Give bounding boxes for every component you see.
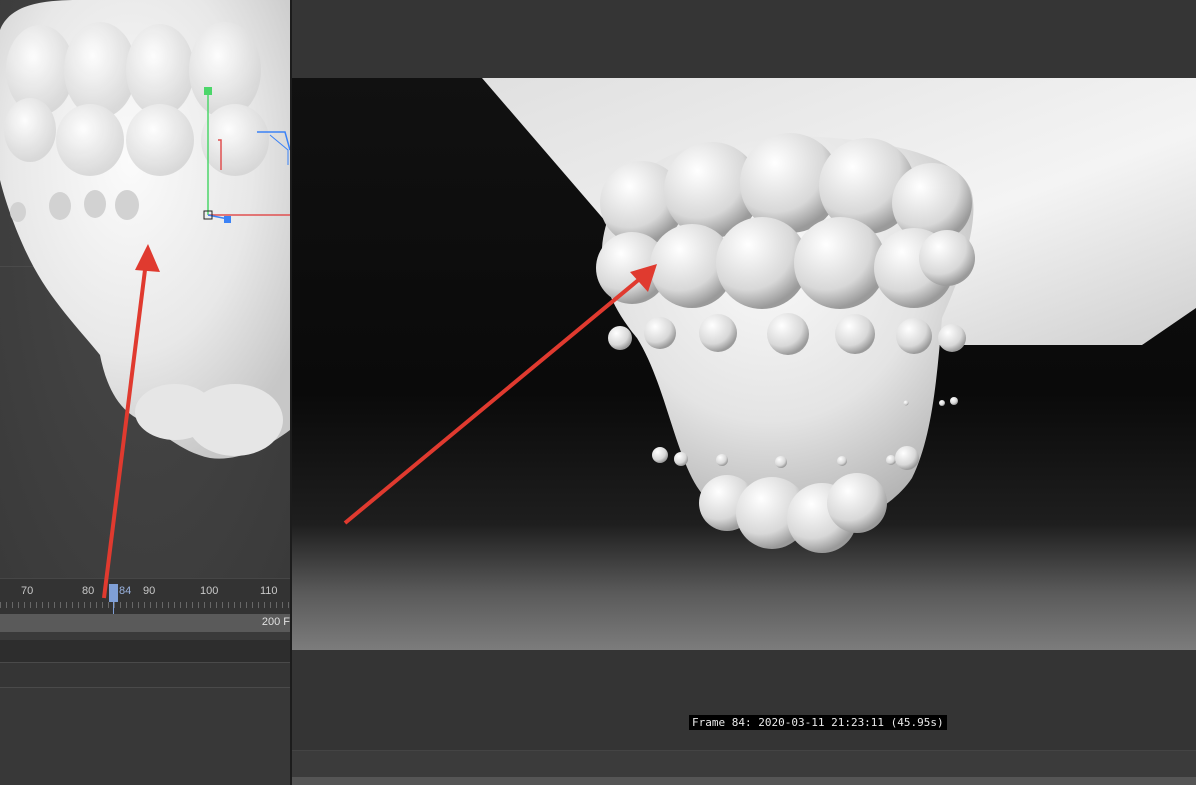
- render-status-bar: [292, 750, 1196, 778]
- timeline-track: [0, 632, 290, 640]
- timeline-tick: 100: [200, 585, 219, 597]
- timeline-tick: 80: [82, 585, 95, 597]
- playhead-handle[interactable]: [109, 584, 118, 602]
- 3d-viewport[interactable]: [0, 0, 290, 578]
- timeline-track[interactable]: [0, 640, 290, 663]
- timeline-tick-marks: [0, 602, 290, 608]
- render-info-area: Frame 84: 2020-03-11 21:23:11 (45.95s): [292, 650, 1196, 750]
- timeline-tick: 90: [143, 585, 156, 597]
- frame-info-label: Frame 84: 2020-03-11 21:23:11 (45.95s): [689, 715, 947, 730]
- editor-panel: 70 80 90 100 110 84 200 F: [0, 0, 290, 785]
- viewport-model: [0, 0, 290, 459]
- timeline-track[interactable]: [0, 663, 290, 688]
- render-panel: Frame 84: 2020-03-11 21:23:11 (45.95s): [292, 0, 1196, 785]
- timeline-tick: 70: [21, 585, 34, 597]
- horizontal-scrollbar[interactable]: [292, 777, 1196, 785]
- timeline-track-area: [0, 688, 290, 785]
- render-toolbar-area: [292, 0, 1196, 78]
- timeline-ruler[interactable]: 70 80 90 100 110 84: [0, 578, 290, 615]
- range-end-label: 200 F: [261, 616, 290, 628]
- render-image: [482, 78, 1196, 553]
- frame-range-bar[interactable]: 200 F: [0, 614, 290, 632]
- current-frame-label: 84: [119, 585, 132, 597]
- timeline-tick: 110: [260, 585, 278, 597]
- render-view[interactable]: [292, 78, 1196, 650]
